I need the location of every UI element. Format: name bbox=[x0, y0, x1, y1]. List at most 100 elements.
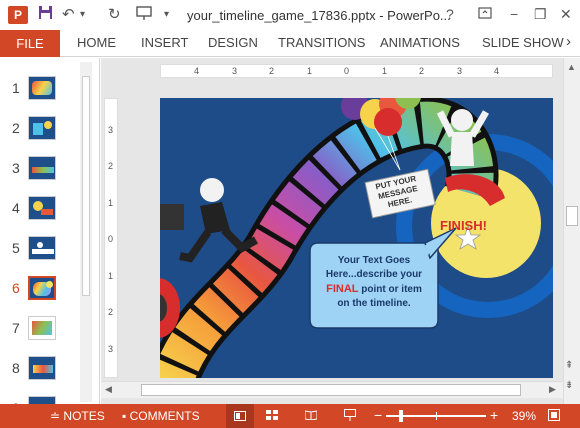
fit-slide-icon bbox=[548, 409, 560, 421]
comments-icon: ▪ bbox=[122, 409, 127, 423]
undo-dropdown-icon[interactable]: ▾ bbox=[80, 9, 85, 20]
help-button[interactable]: ? bbox=[446, 6, 454, 22]
slideshow-icon[interactable] bbox=[136, 5, 152, 25]
slide-thumbnail-image bbox=[28, 76, 56, 100]
briefcase bbox=[160, 204, 184, 230]
finish-text[interactable]: FINISH! bbox=[440, 218, 487, 233]
slide-thumbnail-image bbox=[28, 196, 56, 220]
slide-number: 4 bbox=[12, 200, 20, 216]
slideshow-view-button[interactable] bbox=[344, 409, 356, 424]
slide-thumbnail-image bbox=[28, 316, 56, 340]
bubble-line: Your Text Goes bbox=[337, 255, 411, 266]
ruler-label: 2 bbox=[108, 161, 114, 171]
speech-bubble-text[interactable]: Your Text Goes Here...describe your FINA… bbox=[310, 254, 438, 311]
restore-button[interactable]: ❐ bbox=[534, 6, 547, 23]
ruler-label: 2 bbox=[419, 66, 425, 76]
slide-thumbnail-5[interactable]: 5 bbox=[0, 234, 80, 264]
slide-thumbnail-image bbox=[28, 236, 56, 260]
comments-button[interactable]: ▪ COMMENTS bbox=[122, 409, 200, 423]
ruler-label: 1 bbox=[108, 198, 114, 208]
slide-number: 8 bbox=[12, 360, 20, 376]
close-button[interactable]: ✕ bbox=[560, 6, 572, 23]
ruler-label: 3 bbox=[232, 66, 238, 76]
slides-pane: 1 2 3 4 5 6 7 8 9 bbox=[0, 58, 100, 404]
slide-thumbnail-1[interactable]: 1 bbox=[0, 74, 80, 104]
slides-pane-scroll-thumb[interactable] bbox=[82, 76, 90, 296]
slide-thumbnail-6[interactable]: 6 bbox=[0, 274, 80, 304]
scroll-left-icon[interactable]: ◀ bbox=[105, 384, 112, 395]
slide-thumbnail-3[interactable]: 3 bbox=[0, 154, 80, 184]
ruler-label: 3 bbox=[457, 66, 463, 76]
slide-thumbnail-image bbox=[28, 356, 56, 380]
horizontal-ruler: 4 3 2 1 0 1 2 3 4 bbox=[160, 64, 553, 78]
save-icon[interactable] bbox=[38, 5, 53, 24]
slide-number: 6 bbox=[12, 280, 20, 296]
ruler-label: 3 bbox=[108, 344, 114, 354]
ruler-label: 2 bbox=[269, 66, 275, 76]
notes-icon: ≐ bbox=[50, 409, 61, 423]
slide-thumbnail-image bbox=[28, 396, 56, 404]
tab-animations[interactable]: ANIMATIONS bbox=[380, 35, 460, 50]
balloon bbox=[374, 108, 402, 136]
normal-view-button[interactable] bbox=[226, 404, 254, 428]
slide-artwork bbox=[160, 98, 553, 378]
notes-label: NOTES bbox=[63, 409, 105, 423]
slide-canvas[interactable]: PUT YOUR MESSAGE HERE. FINISH! Your Text… bbox=[160, 98, 553, 378]
notes-button[interactable]: ≐ NOTES bbox=[50, 409, 105, 423]
ruler-label: 1 bbox=[307, 66, 313, 76]
tab-design[interactable]: DESIGN bbox=[208, 35, 258, 50]
slides-pane-scrollbar[interactable] bbox=[80, 62, 92, 402]
editor-vertical-scrollbar[interactable]: ▲ ⇞ ⇟ bbox=[563, 58, 580, 404]
comments-label: COMMENTS bbox=[129, 409, 200, 423]
redo-icon[interactable]: ↻ bbox=[108, 5, 121, 23]
ruler-label: 4 bbox=[194, 66, 200, 76]
horizontal-scroll-thumb[interactable] bbox=[141, 384, 521, 396]
slide-sorter-icon bbox=[266, 410, 278, 420]
normal-view-icon bbox=[234, 411, 246, 421]
ruler-label: 0 bbox=[108, 234, 114, 244]
slide-thumbnail-8[interactable]: 8 bbox=[0, 354, 80, 384]
zoom-slider-thumb[interactable] bbox=[399, 410, 403, 422]
minimize-button[interactable]: − bbox=[510, 6, 518, 22]
next-slide-icon[interactable]: ⇟ bbox=[565, 380, 573, 391]
bubble-line-suffix: point or item bbox=[358, 284, 422, 295]
slide-thumbnail-7[interactable]: 7 bbox=[0, 314, 80, 344]
undo-icon[interactable]: ↶ bbox=[62, 5, 75, 23]
bubble-line: FINAL point or item bbox=[310, 282, 438, 297]
slide-sorter-button[interactable] bbox=[266, 409, 278, 423]
slide-thumbnail-image bbox=[28, 156, 56, 180]
editor-horizontal-scrollbar[interactable]: ◀ ▶ bbox=[101, 381, 563, 398]
tab-transitions[interactable]: TRANSITIONS bbox=[278, 35, 365, 50]
slide-number: 1 bbox=[12, 80, 20, 96]
ruler-label: 0 bbox=[344, 66, 350, 76]
slideshow-view-icon bbox=[344, 409, 356, 421]
fit-slide-button[interactable] bbox=[548, 409, 560, 424]
reading-view-button[interactable] bbox=[304, 409, 318, 423]
zoom-in-button[interactable]: + bbox=[490, 407, 498, 423]
ribbon-more-icon[interactable]: › bbox=[566, 33, 571, 50]
slide-number: 5 bbox=[12, 240, 20, 256]
slide-number: 3 bbox=[12, 160, 20, 176]
scroll-up-icon[interactable]: ▲ bbox=[567, 62, 576, 72]
previous-slide-icon[interactable]: ⇞ bbox=[565, 360, 573, 371]
tab-insert[interactable]: INSERT bbox=[141, 35, 188, 50]
zoom-level[interactable]: 39% bbox=[512, 409, 536, 423]
zoom-out-button[interactable]: − bbox=[374, 407, 382, 423]
ruler-label: 1 bbox=[108, 271, 114, 281]
customize-toolbar-icon[interactable]: ▾ bbox=[164, 9, 169, 20]
tab-home[interactable]: HOME bbox=[77, 35, 116, 50]
ruler-label: 4 bbox=[494, 66, 500, 76]
slide-thumbnail-4[interactable]: 4 bbox=[0, 194, 80, 224]
ribbon-display-options-icon[interactable] bbox=[478, 6, 492, 22]
vertical-ruler: 3 2 1 0 1 2 3 bbox=[104, 98, 118, 378]
vertical-scroll-thumb[interactable] bbox=[566, 206, 578, 226]
zoom-slider[interactable] bbox=[386, 410, 486, 422]
tab-slide-show[interactable]: SLIDE SHOW bbox=[482, 35, 564, 50]
slide-thumbnail-9[interactable]: 9 bbox=[0, 394, 80, 404]
tab-file[interactable]: FILE bbox=[0, 30, 60, 57]
slide-number: 7 bbox=[12, 320, 20, 336]
ruler-label: 2 bbox=[108, 307, 114, 317]
slide-thumbnail-2[interactable]: 2 bbox=[0, 114, 80, 144]
scroll-right-icon[interactable]: ▶ bbox=[549, 384, 556, 395]
reading-view-icon bbox=[304, 410, 318, 421]
